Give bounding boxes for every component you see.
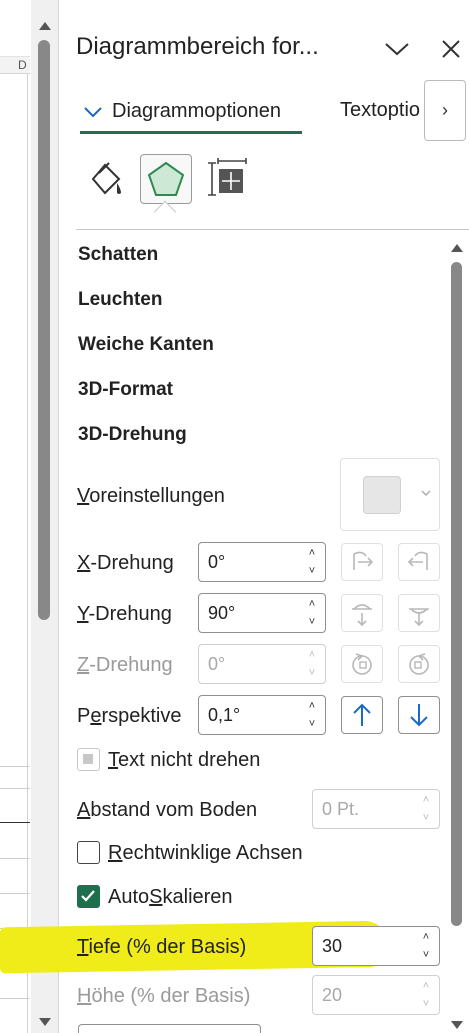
tab-chart-options[interactable]: Diagrammoptionen	[80, 92, 302, 134]
scrollbar-thumb[interactable]	[38, 40, 50, 620]
section-3d-format[interactable]: 3D-Format	[78, 379, 173, 401]
perspective-label: Perspektive	[77, 705, 182, 727]
x-rotation-spinner[interactable]: 0° ˄ ˅	[198, 542, 326, 582]
chevron-down-icon	[421, 486, 431, 500]
spin-down-icon[interactable]: ˅	[307, 719, 317, 730]
presets-dropdown[interactable]	[340, 458, 440, 531]
worksheet-scrollbar[interactable]	[31, 0, 59, 1033]
y-rotation-label: Y-Drehung	[77, 603, 172, 625]
depth-label: Tiefe (% der Basis)	[77, 936, 247, 958]
spinner-value: 90°	[208, 603, 236, 623]
spin-up-icon[interactable]: ˄	[307, 599, 317, 610]
pane-title: Diagrammbereich for...	[76, 33, 319, 60]
right-angle-axes-checkbox[interactable]	[77, 841, 100, 864]
autoscale-checkbox[interactable]	[77, 885, 100, 908]
pane-scrollbar[interactable]	[446, 238, 468, 1033]
x-rotation-label: X-Drehung	[77, 552, 174, 574]
column-letter: D	[18, 58, 27, 72]
section-3d-rotation[interactable]: 3D-Drehung	[78, 424, 187, 446]
chevron-down-icon[interactable]	[382, 36, 412, 62]
spin-up-icon[interactable]: ˄	[421, 932, 431, 943]
spin-down-icon[interactable]: ˅	[421, 813, 431, 824]
y-rotation-spinner[interactable]: 90° ˄ ˅	[198, 593, 326, 633]
increase-perspective-arrow-up-icon[interactable]	[341, 696, 383, 734]
distance-from-ground-spinner[interactable]: 0 Pt. ˄ ˅	[312, 789, 440, 829]
spin-up-icon[interactable]: ˄	[307, 650, 317, 661]
column-header[interactable]: D	[0, 56, 30, 74]
worksheet-area[interactable]: D	[0, 0, 30, 1033]
spin-up-icon[interactable]: ˄	[421, 981, 431, 992]
gridline	[0, 893, 30, 894]
rotate-left-icon[interactable]	[341, 543, 383, 581]
spin-down-icon[interactable]: ˅	[307, 668, 317, 679]
height-spinner[interactable]: 20 ˄ ˅	[312, 975, 440, 1015]
distance-from-ground-label: Abstand vom Boden	[77, 799, 258, 821]
spin-down-icon[interactable]: ˅	[421, 999, 431, 1010]
height-label: Höhe (% der Basis)	[77, 985, 251, 1007]
spinner-value: 0°	[208, 552, 226, 572]
spin-down-icon[interactable]: ˅	[307, 617, 317, 628]
size-properties-icon[interactable]	[202, 154, 254, 204]
gridline	[0, 788, 30, 789]
spin-up-icon[interactable]: ˄	[307, 548, 317, 559]
rotate-right-icon[interactable]	[398, 543, 440, 581]
spinner-value: 0 Pt.	[322, 799, 360, 819]
scrollbar-thumb[interactable]	[451, 262, 462, 926]
scroll-up-arrow-icon[interactable]	[39, 22, 51, 30]
spinner-value: 30	[322, 936, 343, 956]
spin-up-icon[interactable]: ˄	[421, 795, 431, 806]
gridline	[0, 858, 30, 859]
keep-text-flat-label: Text nicht drehen	[108, 749, 261, 771]
rotate-counterclockwise-icon[interactable]	[341, 645, 383, 683]
spinner-value: 20	[322, 985, 343, 1005]
fill-line-icon[interactable]	[80, 154, 132, 204]
tab-label: Diagrammoptionen	[112, 100, 281, 122]
checkbox-indeterminate-mark	[83, 754, 93, 764]
section-glow[interactable]: Leuchten	[78, 289, 162, 311]
autoscale-label: AutoSkalieren	[108, 886, 233, 908]
spin-down-icon[interactable]: ˅	[421, 950, 431, 961]
gridline	[0, 766, 30, 767]
reset-button[interactable]	[78, 1024, 261, 1033]
scroll-up-arrow-icon[interactable]	[451, 244, 463, 252]
spin-up-icon[interactable]: ˄	[307, 701, 317, 712]
z-rotation-spinner[interactable]: 0° ˄ ˅	[198, 644, 326, 684]
tilt-down-icon[interactable]	[398, 594, 440, 632]
format-chart-area-pane: Diagrammbereich for... Diagrammoptionen …	[0, 0, 469, 1033]
perspective-spinner[interactable]: 0,1° ˄ ˅	[198, 695, 326, 735]
spinner-value: 0,1°	[208, 705, 241, 725]
tab-text-options[interactable]: Textoptio	[340, 92, 430, 128]
checkmark-icon	[81, 890, 95, 902]
gridline	[27, 74, 28, 1033]
tab-scroll-right-button[interactable]: ›	[424, 80, 466, 141]
spinner-value: 0°	[208, 654, 226, 674]
tilt-up-icon[interactable]	[341, 594, 383, 632]
preset-swatch	[363, 476, 401, 514]
chevron-down-icon	[84, 106, 102, 117]
depth-spinner[interactable]: 30 ˄ ˅	[312, 926, 440, 966]
divider	[76, 229, 469, 230]
keep-text-flat-checkbox[interactable]	[77, 748, 100, 771]
effects-pentagon-icon[interactable]	[140, 154, 192, 204]
spin-down-icon[interactable]: ˅	[307, 566, 317, 577]
section-shadow[interactable]: Schatten	[78, 244, 158, 266]
rotate-clockwise-icon[interactable]	[398, 645, 440, 683]
selection-notch	[153, 200, 177, 224]
section-soft-edges[interactable]: Weiche Kanten	[78, 334, 214, 356]
presets-label: Voreinstellungen	[77, 485, 225, 507]
decrease-perspective-arrow-down-icon[interactable]	[398, 696, 440, 734]
z-rotation-label: Z-Drehung	[77, 654, 173, 676]
scroll-down-arrow-icon[interactable]	[39, 1018, 51, 1026]
gridline	[0, 822, 30, 823]
close-icon[interactable]	[438, 36, 464, 62]
right-angle-axes-label: Rechtwinklige Achsen	[108, 842, 303, 864]
scroll-down-arrow-icon[interactable]	[451, 1021, 463, 1029]
gridline	[0, 998, 30, 999]
